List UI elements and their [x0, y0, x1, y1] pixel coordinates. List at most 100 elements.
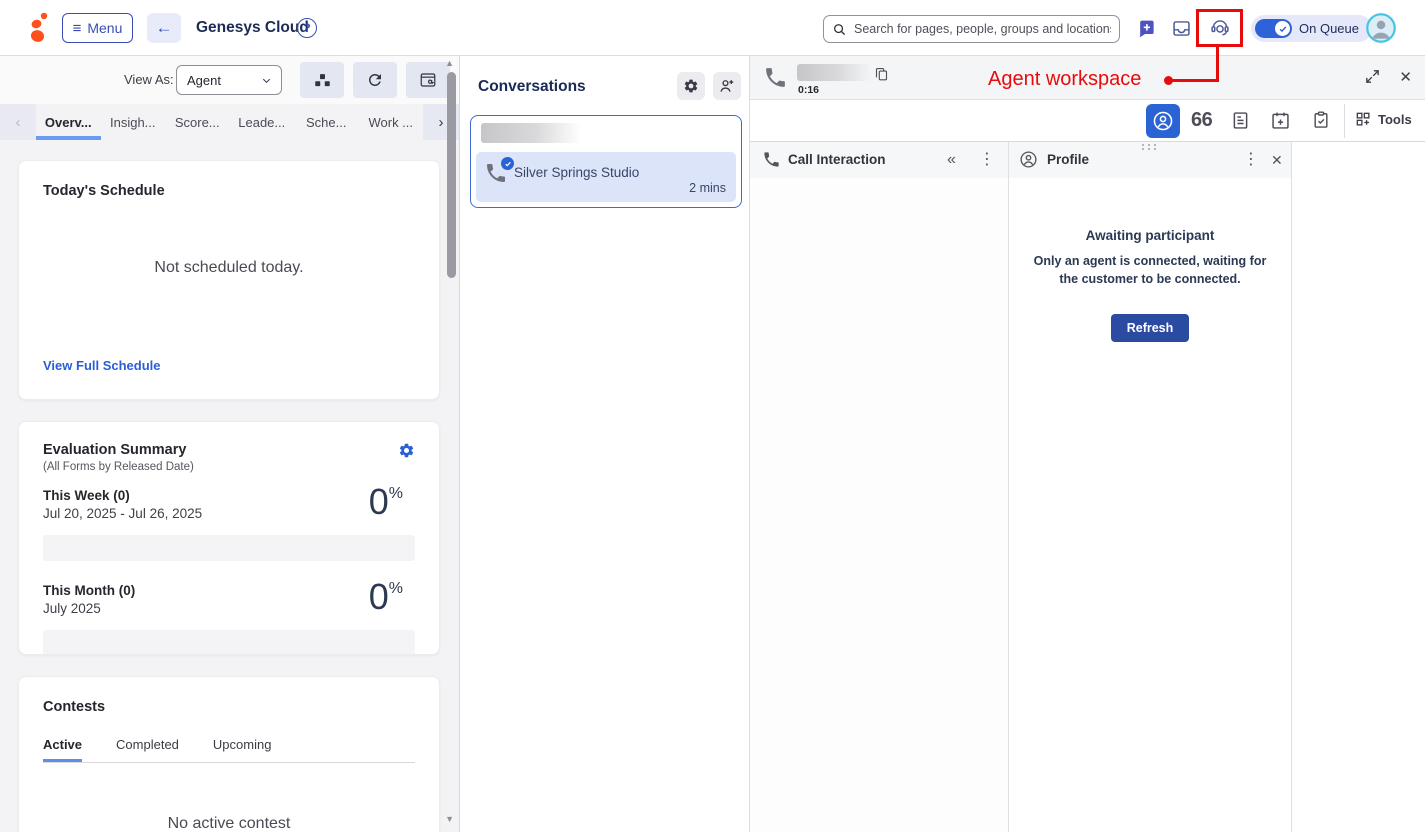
view-as-select[interactable]: Agent	[176, 65, 282, 95]
back-arrow-icon: ←	[156, 18, 173, 37]
view-as-label: View As:	[124, 72, 174, 87]
scrollbar-thumb[interactable]	[447, 72, 456, 278]
copy-button[interactable]	[874, 67, 889, 85]
search-box	[823, 15, 1120, 43]
scroll-up-arrow[interactable]: ▲	[445, 58, 454, 68]
profile-body: Awaiting participant Only an agent is co…	[1009, 228, 1291, 342]
kebab-menu-icon[interactable]: ⋮	[979, 150, 995, 170]
drag-handle[interactable]	[1140, 143, 1160, 150]
hamburger-icon: ≡	[73, 21, 82, 36]
search-input[interactable]	[854, 22, 1111, 36]
open-window-button[interactable]	[406, 62, 450, 98]
contests-tab-upcoming[interactable]: Upcoming	[213, 737, 272, 762]
schedule-card-title: Today's Schedule	[43, 183, 415, 199]
genesys-cloud-app: ≡ Menu ← Genesys Cloud ?	[0, 0, 1425, 832]
refresh-icon	[366, 71, 384, 89]
annotation-line-vertical	[1216, 47, 1219, 82]
tab-workitems[interactable]: Work ...	[359, 104, 424, 140]
annotation-label: Agent workspace	[988, 68, 1141, 91]
tab-insights[interactable]: Insigh...	[101, 104, 166, 140]
view-as-row: View As: Agent	[0, 56, 459, 104]
value-unit: %	[389, 485, 403, 503]
refresh-view-button[interactable]	[353, 62, 397, 98]
profile-panel: Profile ⋮ ✕ Awaiting participant Only an…	[1009, 142, 1292, 832]
help-icon[interactable]: ?	[297, 18, 317, 38]
gear-icon	[683, 78, 699, 94]
value-number: 0	[369, 579, 389, 615]
schedule-callback-tool-button[interactable]	[1270, 110, 1291, 134]
add-interaction-button[interactable]	[1137, 0, 1156, 56]
inbox-icon	[1171, 18, 1192, 39]
view-full-schedule-link[interactable]: View Full Schedule	[43, 358, 161, 373]
inbox-button[interactable]	[1171, 0, 1192, 56]
org-view-button[interactable]	[300, 62, 344, 98]
wrapup-tool-button[interactable]	[1311, 110, 1331, 133]
add-participant-button[interactable]	[713, 72, 741, 100]
value-unit: %	[389, 580, 403, 598]
report-tabs: ‹ Overv... Insigh... Score... Leade... S…	[0, 104, 459, 140]
on-queue-toggle[interactable]: On Queue	[1251, 15, 1372, 42]
person-plus-icon	[718, 77, 736, 95]
expand-button[interactable]	[1364, 68, 1381, 89]
chevron-right-icon: ›	[439, 114, 444, 131]
evaluation-row-month: This Month (0) July 2025 0 %	[43, 583, 415, 655]
evaluation-summary-card: Evaluation Summary (All Forms by Release…	[18, 421, 440, 655]
call-timer: 0:16	[798, 84, 819, 96]
phone-icon	[762, 150, 781, 174]
notes-tool-button[interactable]	[1230, 110, 1251, 134]
contests-tab-active[interactable]: Active	[43, 737, 82, 762]
redacted-caller-name	[797, 64, 871, 81]
copy-icon	[874, 67, 889, 82]
on-queue-label: On Queue	[1299, 21, 1359, 36]
profile-tool-button[interactable]	[1146, 104, 1180, 138]
calendar-plus-icon	[1270, 110, 1291, 131]
refresh-button[interactable]: Refresh	[1111, 314, 1190, 342]
todays-schedule-card: Today's Schedule Not scheduled today. Vi…	[18, 160, 440, 400]
kebab-menu-icon[interactable]: ⋮	[1243, 150, 1259, 170]
awaiting-participant-heading: Awaiting participant	[1009, 228, 1291, 243]
back-button[interactable]: ←	[147, 13, 181, 43]
tab-overview[interactable]: Overv...	[36, 104, 101, 140]
profile-title: Profile	[1047, 152, 1089, 167]
evaluation-row-label: This Week (0)	[43, 488, 415, 503]
menu-button[interactable]: ≡ Menu	[62, 13, 133, 43]
chevron-down-icon	[260, 74, 273, 87]
close-icon: ✕	[1399, 69, 1412, 86]
collapse-panel-icon[interactable]: «	[947, 150, 956, 170]
tab-scorecards[interactable]: Score...	[165, 104, 230, 140]
evaluation-progress-bar	[43, 630, 415, 655]
contests-tab-completed[interactable]: Completed	[116, 737, 179, 762]
call-connected-icon	[484, 161, 512, 189]
interaction-workspace: 0:16 ✕ 66	[750, 56, 1425, 832]
evaluation-row-value: 0 %	[369, 579, 403, 615]
close-panel-icon[interactable]: ✕	[1271, 150, 1283, 170]
evaluation-card-subtitle: (All Forms by Released Date)	[43, 461, 415, 473]
evaluation-card-title: Evaluation Summary	[43, 442, 186, 458]
conversation-call-row: Silver Springs Studio 2 mins	[476, 152, 736, 202]
tab-label: Insigh...	[110, 115, 156, 130]
avatar[interactable]	[1366, 13, 1396, 43]
call-interaction-header: Call Interaction « ⋮	[750, 142, 1008, 178]
responses-tool-button[interactable]: 66	[1191, 109, 1212, 132]
tab-leaderboard[interactable]: Leade...	[230, 104, 295, 140]
tab-schedule[interactable]: Sche...	[294, 104, 359, 140]
conversation-card[interactable]: Silver Springs Studio 2 mins	[470, 115, 742, 208]
tools-button[interactable]: Tools	[1355, 111, 1412, 127]
close-interaction-button[interactable]: ✕	[1399, 68, 1412, 86]
tab-label: Active	[43, 737, 82, 752]
tab-label: Work ...	[368, 115, 413, 130]
contests-card-title: Contests	[43, 699, 415, 715]
evaluation-row-week: This Week (0) Jul 20, 2025 - Jul 26, 202…	[43, 488, 415, 561]
workspace-panels: Call Interaction « ⋮ Profile ⋮ ✕ Awaitin…	[750, 142, 1425, 832]
evaluation-settings-gear-icon[interactable]	[398, 442, 415, 459]
evaluation-progress-bar	[43, 535, 415, 561]
performance-content: Today's Schedule Not scheduled today. Vi…	[0, 140, 446, 832]
conversations-settings-button[interactable]	[677, 72, 705, 100]
scroll-down-arrow[interactable]: ▼	[445, 814, 454, 824]
window-at-icon	[419, 71, 437, 89]
toolbar-divider	[1344, 104, 1345, 138]
tab-label: Score...	[175, 115, 220, 130]
tabs-scroll-left[interactable]: ‹	[0, 104, 36, 140]
workspace-toolbar: 66 Tools	[750, 100, 1425, 142]
toggle-switch-on	[1255, 19, 1292, 38]
